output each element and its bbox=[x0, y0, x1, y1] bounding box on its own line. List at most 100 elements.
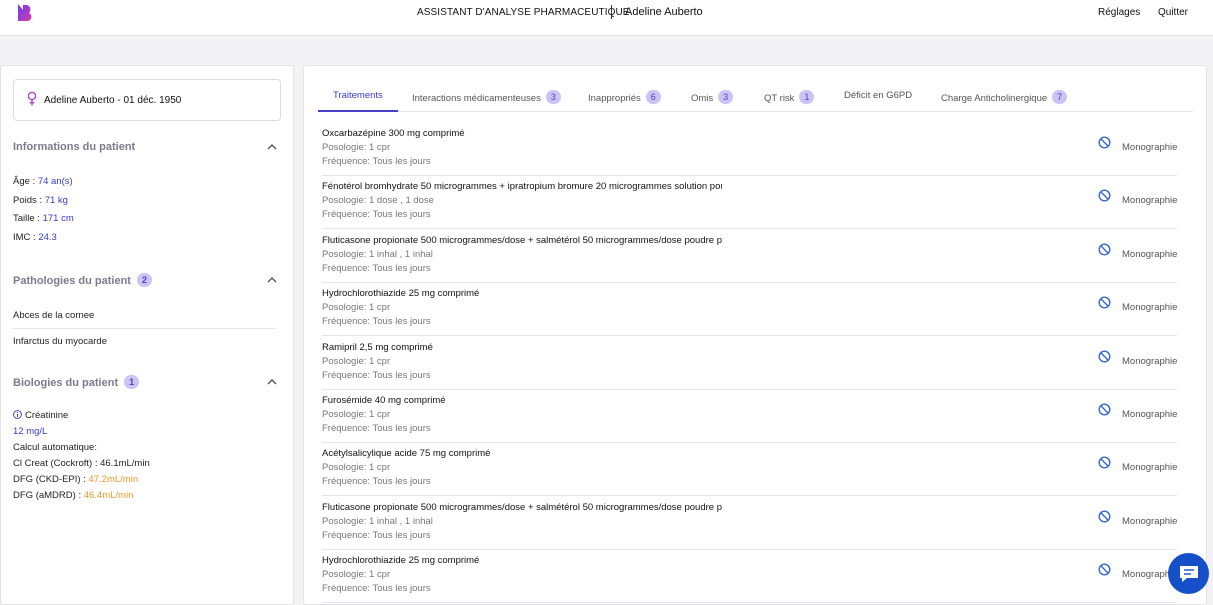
prohibited-icon[interactable] bbox=[1098, 296, 1111, 309]
prohibited-icon[interactable] bbox=[1098, 510, 1111, 523]
top-bar: ASSISTANT D'ANALYSE PHARMACEUTIQUE Adeli… bbox=[0, 0, 1213, 36]
pathologies-count-badge: 2 bbox=[136, 273, 152, 287]
monographie-link[interactable]: Monographie bbox=[1122, 516, 1177, 527]
user-name: Adeline Auberto bbox=[625, 6, 703, 18]
title-divider bbox=[611, 5, 612, 19]
monographie-link[interactable]: Monographie bbox=[1122, 302, 1177, 313]
monographie-link[interactable]: Monographie bbox=[1122, 356, 1177, 367]
medication-posology: Posologie: 1 cpr bbox=[322, 142, 391, 153]
medication-frequency: Fréquence: Tous les jours bbox=[322, 316, 431, 328]
medication-name: Ramipril 2,5 mg comprimé bbox=[322, 341, 433, 353]
age-line: Âge : 74 an(s) bbox=[13, 176, 73, 187]
height-label: Taille : bbox=[13, 213, 40, 224]
info-section-title[interactable]: Informations du patient bbox=[13, 141, 135, 153]
amdrd-value: 46.4mL/min bbox=[83, 490, 134, 501]
tab-deficit-g6pd[interactable]: Déficit en G6PD bbox=[844, 90, 912, 101]
app-title: ASSISTANT D'ANALYSE PHARMACEUTIQUE bbox=[417, 7, 630, 18]
prohibited-icon[interactable] bbox=[1098, 403, 1111, 416]
monographie-link[interactable]: Monographie bbox=[1122, 249, 1177, 260]
medication-row: Hydrochlorothiazide 25 mg comprimé Posolo… bbox=[322, 550, 1177, 604]
medication-name: Oxcarbazépine 300 mg comprimé bbox=[322, 128, 465, 139]
tab-charge-anticholinergique[interactable]: Charge Anticholinergique 7 bbox=[941, 90, 1068, 104]
quit-link[interactable]: Quitter bbox=[1158, 7, 1188, 18]
monographie-link[interactable]: Monographie bbox=[1122, 142, 1177, 153]
prohibited-icon[interactable] bbox=[1098, 243, 1111, 256]
header-band bbox=[0, 36, 1213, 65]
monographie-link[interactable]: Monographie bbox=[1122, 462, 1177, 473]
chevron-up-icon[interactable] bbox=[267, 143, 277, 150]
patient-panel: Adeline Auberto - 01 déc. 1950 Informati… bbox=[0, 65, 294, 605]
tab-label: Charge Anticholinergique bbox=[941, 93, 1048, 104]
biologies-count-badge: 1 bbox=[124, 375, 140, 389]
height-value: 171 cm bbox=[42, 213, 74, 224]
medication-posology: Posologie: 1 inhal , 1 inhal bbox=[322, 248, 433, 260]
brand-logo-icon[interactable] bbox=[17, 3, 33, 22]
medication-name: Acétylsalicylique acide 75 mg comprimé bbox=[322, 448, 491, 460]
treatments-panel: Traitements Interactions médicamenteuses… bbox=[303, 65, 1207, 605]
medication-frequency: Fréquence: Tous les jours bbox=[322, 369, 431, 381]
medication-name: Fluticasone propionate 500 microgrammes/… bbox=[322, 501, 722, 513]
creatinine-line: Créatinine bbox=[13, 410, 68, 421]
tab-count-badge: 1 bbox=[799, 90, 815, 104]
tab-count-badge: 3 bbox=[718, 90, 734, 104]
prohibited-icon[interactable] bbox=[1098, 136, 1111, 149]
pathologies-section-title[interactable]: Pathologies du patient 2 bbox=[13, 273, 152, 287]
pathologies-title-text: Pathologies du patient bbox=[13, 275, 131, 287]
monographie-link[interactable]: Monographie bbox=[1122, 195, 1177, 206]
bmi-line: IMC : 24.3 bbox=[13, 232, 57, 243]
chat-button[interactable] bbox=[1168, 553, 1209, 594]
tab-qt-risk[interactable]: QT risk 1 bbox=[764, 90, 815, 104]
prohibited-icon[interactable] bbox=[1098, 189, 1111, 202]
divider bbox=[13, 328, 275, 329]
pathology-item: Abces de la cornee bbox=[13, 310, 95, 321]
prohibited-icon[interactable] bbox=[1098, 456, 1111, 469]
medication-posology: Posologie: 1 inhal , 1 inhal bbox=[322, 515, 433, 527]
medication-frequency: Fréquence: Tous les jours bbox=[322, 262, 431, 274]
weight-line: Poids : 71 kg bbox=[13, 195, 68, 206]
monographie-link[interactable]: Monographie bbox=[1122, 409, 1177, 420]
medication-name: Hydrochlorothiazide 25 mg comprimé bbox=[322, 555, 480, 567]
chat-bubble-icon bbox=[1180, 566, 1198, 582]
amdrd-label: DFG (aMDRD) : bbox=[13, 490, 82, 501]
height-line: Taille : 171 cm bbox=[13, 213, 74, 224]
medication-row: Fluticasone propionate 500 microgrammes/… bbox=[322, 230, 1177, 283]
medication-posology: Posologie: 1 cpr bbox=[322, 355, 391, 367]
medication-posology: Posologie: 1 dose , 1 dose bbox=[322, 195, 434, 207]
cockroft-value: 46.1mL/min bbox=[100, 458, 150, 469]
medication-frequency: Fréquence: Tous les jours bbox=[322, 156, 431, 167]
ckdepi-value: 47.2mL/min bbox=[88, 474, 139, 485]
active-tab-indicator bbox=[318, 110, 398, 112]
tab-label: Omis bbox=[691, 93, 714, 104]
patient-card[interactable]: Adeline Auberto - 01 déc. 1950 bbox=[13, 79, 281, 121]
tab-inappropries[interactable]: Inappropriés 6 bbox=[588, 90, 661, 104]
weight-value: 71 kg bbox=[44, 195, 68, 206]
chevron-up-icon[interactable] bbox=[267, 378, 277, 385]
medication-name: Fluticasone propionate 500 microgrammes/… bbox=[322, 234, 722, 246]
settings-link[interactable]: Réglages bbox=[1098, 7, 1140, 18]
prohibited-icon[interactable] bbox=[1098, 350, 1111, 363]
medication-row: Ramipril 2,5 mg comprimé Posologie: 1 cpr… bbox=[322, 337, 1177, 390]
medication-row: Fluticasone propionate 500 microgrammes/… bbox=[322, 497, 1177, 550]
creatinine-value: 12 mg/L bbox=[13, 426, 48, 437]
biologies-section-title[interactable]: Biologies du patient 1 bbox=[13, 375, 140, 389]
ckdepi-label: DFG (CKD-EPI) : bbox=[13, 474, 86, 485]
chevron-up-icon[interactable] bbox=[267, 276, 277, 283]
biologies-title-text: Biologies du patient bbox=[13, 377, 119, 389]
medication-frequency: Fréquence: Tous les jours bbox=[322, 529, 431, 541]
medication-frequency: Fréquence: Tous les jours bbox=[322, 209, 431, 221]
cockroft-line: Cl Creat (Cockroft) : 46.1mL/min bbox=[13, 458, 150, 469]
prohibited-icon[interactable] bbox=[1098, 563, 1111, 576]
age-value: 74 an(s) bbox=[37, 176, 73, 187]
tab-traitements[interactable]: Traitements bbox=[333, 90, 383, 101]
tab-count-badge: 6 bbox=[645, 90, 661, 104]
patient-card-label: Adeline Auberto - 01 déc. 1950 bbox=[44, 95, 182, 106]
tab-label: Déficit en G6PD bbox=[844, 90, 913, 101]
info-icon[interactable] bbox=[13, 410, 22, 419]
tab-omis[interactable]: Omis 3 bbox=[691, 90, 734, 104]
bmi-value: 24.3 bbox=[38, 232, 57, 243]
medication-frequency: Fréquence: Tous les jours bbox=[322, 423, 431, 434]
tab-interactions[interactable]: Interactions médicamenteuses 3 bbox=[412, 90, 561, 104]
medication-posology: Posologie: 1 cpr bbox=[322, 462, 391, 474]
creatinine-label: Créatinine bbox=[25, 410, 69, 421]
tab-count-badge: 3 bbox=[545, 90, 561, 104]
